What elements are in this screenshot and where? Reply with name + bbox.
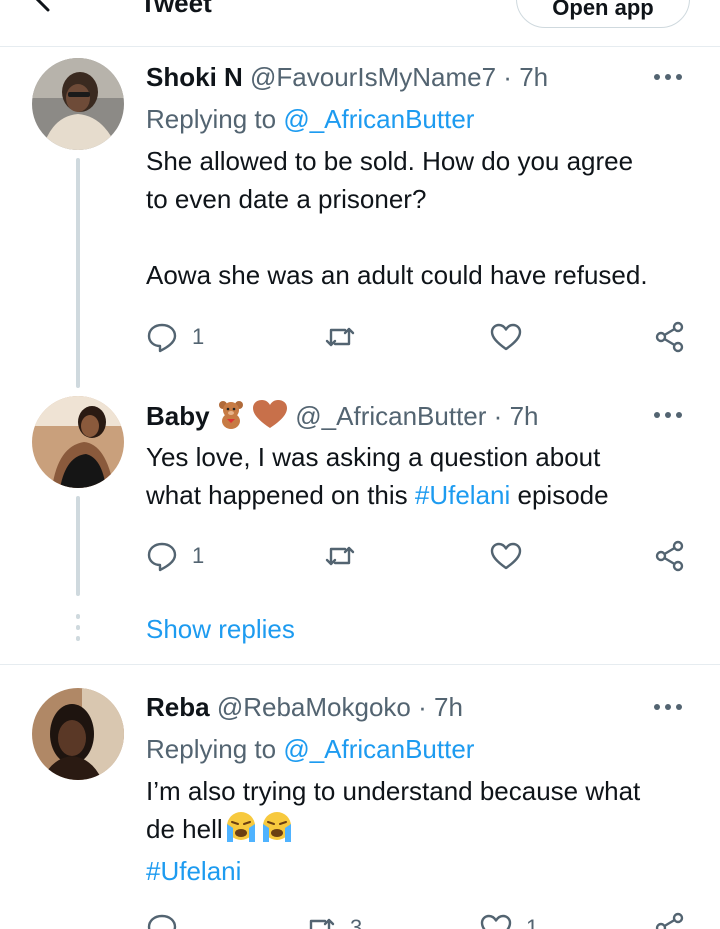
retweet-button[interactable]	[324, 538, 356, 574]
retweet-icon	[325, 327, 355, 347]
divider	[0, 664, 720, 665]
brown-heart-emoji	[252, 399, 288, 436]
reply-icon	[147, 542, 177, 572]
timestamp[interactable]: 7h	[510, 401, 539, 431]
text-segment: episode	[510, 480, 609, 510]
separator-dot: ·	[418, 692, 427, 722]
page-title: Tweet	[140, 0, 212, 18]
text-line: I’m also trying to understand because wh…	[146, 776, 641, 806]
reply-count: 1	[192, 543, 205, 568]
avatar[interactable]	[32, 396, 124, 488]
reply-button[interactable]: 1	[146, 538, 204, 574]
top-bar: Tweet Open app	[0, 0, 720, 47]
replying-to-link[interactable]: @_AfricanButter	[283, 104, 474, 134]
hashtag-link[interactable]: #Ufelani	[415, 480, 510, 510]
text-segment: what happened on this	[146, 480, 415, 510]
separator-dot: ·	[503, 62, 512, 92]
like-button[interactable]	[490, 538, 522, 574]
user-handle[interactable]: @_AfricanButter	[295, 401, 486, 431]
crying-face-emoji	[223, 810, 259, 852]
share-button[interactable]	[654, 538, 686, 574]
reply-button[interactable]	[146, 910, 178, 929]
heart-icon	[490, 323, 522, 351]
retweet-button[interactable]	[324, 319, 356, 355]
heart-icon	[480, 914, 512, 929]
retweet-count: 3	[350, 915, 363, 929]
more-icon[interactable]	[654, 702, 686, 714]
separator-dot: ·	[493, 401, 503, 431]
display-name[interactable]: Shoki N	[146, 62, 243, 92]
open-app-button[interactable]: Open app	[516, 0, 690, 28]
reply-icon	[147, 914, 177, 929]
like-count: 1	[526, 915, 539, 929]
avatar[interactable]	[32, 688, 124, 780]
heart-icon	[490, 542, 522, 570]
reply-header: Shoki N @FavourIsMyName7 · 7h	[146, 61, 548, 93]
back-arrow-icon[interactable]	[30, 0, 60, 16]
more-icon[interactable]	[654, 72, 686, 84]
retweet-icon	[325, 546, 355, 566]
text-segment: de hell	[146, 814, 223, 844]
reply-header: Baby @_AfricanButter · 7h	[146, 399, 538, 436]
share-button[interactable]	[654, 910, 686, 929]
thread-line	[76, 158, 80, 388]
retweet-button[interactable]: 3	[304, 910, 362, 929]
user-handle[interactable]: @RebaMokgoko	[217, 692, 411, 722]
replying-prefix: Replying to	[146, 104, 277, 134]
text-line: to even date a prisoner?	[146, 184, 427, 214]
thread-line	[76, 496, 80, 596]
text-line: Yes love, I was asking a question about	[146, 442, 601, 472]
timestamp[interactable]: 7h	[519, 62, 548, 92]
text-line: what happened on this #Ufelani episode	[146, 476, 706, 514]
reply-count: 1	[192, 324, 205, 349]
share-icon	[655, 321, 684, 353]
action-bar: 3 1	[146, 910, 706, 929]
share-icon	[655, 912, 684, 929]
teddy-bear-emoji	[217, 399, 245, 436]
thread-dots	[76, 614, 80, 647]
share-icon	[655, 540, 684, 572]
retweet-icon	[309, 918, 335, 929]
action-bar: 1	[146, 538, 706, 574]
replying-prefix: Replying to	[146, 734, 277, 764]
replying-to: Replying to @_AfricanButter	[146, 733, 474, 765]
more-icon[interactable]	[654, 410, 686, 422]
replying-to: Replying to @_AfricanButter	[146, 103, 474, 135]
hashtag-link[interactable]: #Ufelani	[146, 852, 706, 890]
text-line: de hell	[146, 810, 706, 852]
timestamp[interactable]: 7h	[434, 692, 463, 722]
text-line: Aowa she was an adult could have refused…	[146, 260, 648, 290]
user-handle[interactable]: @FavourIsMyName7	[250, 62, 496, 92]
display-name[interactable]: Baby	[146, 401, 210, 431]
action-bar: 1	[146, 319, 706, 355]
show-replies-link[interactable]: Show replies	[146, 613, 295, 645]
reply-text: I’m also trying to understand because wh…	[146, 772, 706, 890]
replying-to-link[interactable]: @_AfricanButter	[283, 734, 474, 764]
reply-icon	[147, 323, 177, 353]
share-button[interactable]	[654, 319, 686, 355]
like-button[interactable]	[490, 319, 522, 355]
like-button[interactable]: 1	[480, 910, 538, 929]
crying-face-emoji	[259, 810, 295, 852]
reply-button[interactable]: 1	[146, 319, 204, 355]
display-name[interactable]: Reba	[146, 692, 210, 722]
text-line: She allowed to be sold. How do you agree	[146, 146, 634, 176]
reply-header: Reba @RebaMokgoko · 7h	[146, 691, 463, 723]
reply-text: Yes love, I was asking a question about …	[146, 438, 706, 514]
reply-text: She allowed to be sold. How do you agree…	[146, 142, 706, 294]
avatar[interactable]	[32, 58, 124, 150]
